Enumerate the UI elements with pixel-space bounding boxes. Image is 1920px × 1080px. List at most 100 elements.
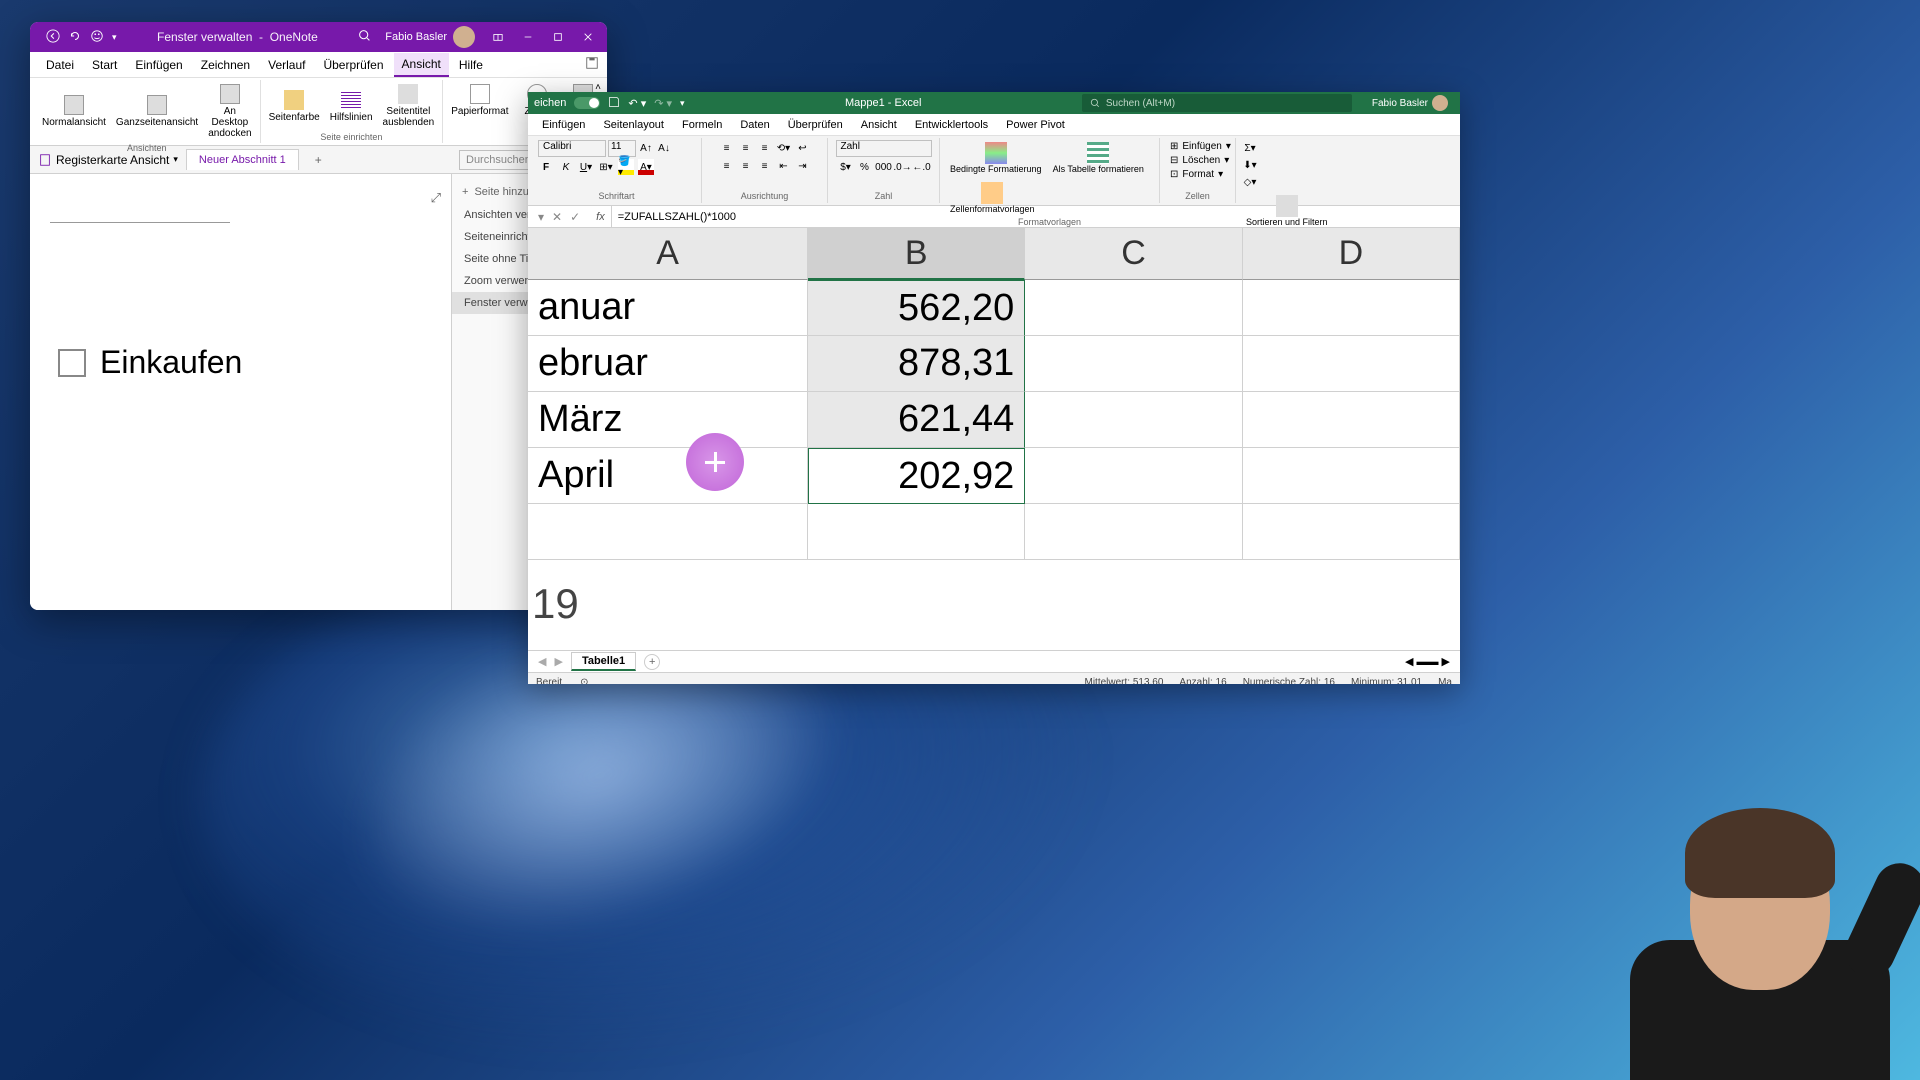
font-color-button[interactable]: A▾: [638, 159, 654, 175]
format-as-table-button[interactable]: Als Tabelle formatieren: [1049, 140, 1148, 177]
search-icon[interactable]: [358, 29, 371, 45]
onenote-canvas[interactable]: ⤢ Einkaufen: [30, 174, 451, 610]
add-section-button[interactable]: +: [307, 149, 330, 171]
cell[interactable]: [1025, 504, 1242, 560]
wrap-text-icon[interactable]: ↩: [795, 140, 811, 156]
ribbon-hilfslinien[interactable]: Hilfslinien: [326, 82, 377, 130]
close-button[interactable]: [573, 23, 603, 51]
ribbon-seitenfarbe[interactable]: Seitenfarbe: [265, 82, 324, 130]
cell[interactable]: [808, 504, 1025, 560]
excel-user[interactable]: Fabio Basler: [1372, 95, 1448, 111]
align-right-icon[interactable]: ≡: [757, 158, 773, 174]
scroll-bar[interactable]: ◀ ▬▬ ▶: [1405, 655, 1450, 668]
expand-icon[interactable]: ⤢: [431, 190, 441, 206]
cell[interactable]: [1243, 336, 1460, 392]
accessibility-icon[interactable]: ⊙: [580, 677, 588, 684]
align-top-icon[interactable]: ≡: [719, 140, 735, 156]
checkbox[interactable]: [58, 349, 86, 377]
italic-button[interactable]: K: [558, 159, 574, 175]
xl-menu-einfuegen[interactable]: Einfügen: [534, 116, 593, 134]
add-sheet-button[interactable]: +: [644, 654, 660, 670]
delete-cells-button[interactable]: ⊟ Löschen ▾: [1166, 154, 1233, 167]
column-header-b[interactable]: B: [808, 228, 1025, 280]
indent-increase-icon[interactable]: ⇥: [795, 158, 811, 174]
share-icon[interactable]: [585, 56, 599, 73]
sync-icon[interactable]: [90, 29, 104, 46]
clear-icon[interactable]: ◇▾: [1242, 174, 1258, 190]
redo-icon[interactable]: ↷ ▾: [654, 97, 672, 110]
xl-menu-ansicht[interactable]: Ansicht: [853, 116, 905, 134]
decrease-decimal-icon[interactable]: ←.0: [914, 159, 930, 175]
menu-ueberpruefen[interactable]: Überprüfen: [315, 54, 391, 76]
maximize-button[interactable]: [543, 23, 573, 51]
number-format-select[interactable]: Zahl: [836, 140, 932, 157]
excel-search-input[interactable]: Suchen (Alt+M): [1082, 94, 1352, 112]
todo-item[interactable]: Einkaufen: [58, 344, 242, 381]
formula-input[interactable]: =ZUFALLSZAHL()*1000: [611, 206, 1460, 227]
minimize-button[interactable]: [513, 23, 543, 51]
ribbon-seitentitel[interactable]: Seitentitel ausblenden: [379, 82, 439, 130]
xl-menu-ueberpruefen[interactable]: Überprüfen: [780, 116, 851, 134]
row-number[interactable]: 19: [532, 580, 579, 628]
cell[interactable]: [1025, 448, 1242, 504]
ribbon-andocken[interactable]: An Desktop andocken: [204, 82, 255, 141]
conditional-format-button[interactable]: Bedingte Formatierung: [946, 140, 1046, 177]
currency-icon[interactable]: $▾: [838, 159, 854, 175]
column-header-a[interactable]: A: [528, 228, 808, 280]
decrease-font-icon[interactable]: A↓: [656, 141, 672, 157]
back-icon[interactable]: [46, 29, 60, 46]
fill-color-button[interactable]: 🪣▾: [618, 159, 634, 175]
cell[interactable]: April: [528, 448, 808, 504]
cell[interactable]: [1243, 504, 1460, 560]
font-name-select[interactable]: Calibri: [538, 140, 606, 157]
underline-button[interactable]: U▾: [578, 159, 594, 175]
ribbon-normalansicht[interactable]: Normalansicht: [38, 82, 110, 141]
cell[interactable]: [1243, 448, 1460, 504]
sheet-tab[interactable]: Tabelle1: [571, 652, 636, 671]
formula-dropdown-icon[interactable]: ▾: [538, 210, 544, 224]
align-bottom-icon[interactable]: ≡: [757, 140, 773, 156]
cell[interactable]: ebruar: [528, 336, 808, 392]
increase-decimal-icon[interactable]: .0→: [895, 159, 911, 175]
ribbon-ganzseitenansicht[interactable]: Ganzseitenansicht: [112, 82, 202, 141]
todo-text[interactable]: Einkaufen: [100, 344, 242, 381]
xl-menu-powerpivot[interactable]: Power Pivot: [998, 116, 1073, 134]
increase-font-icon[interactable]: A↑: [638, 141, 654, 157]
cell[interactable]: 202,92: [808, 448, 1025, 504]
align-center-icon[interactable]: ≡: [738, 158, 754, 174]
xl-menu-daten[interactable]: Daten: [732, 116, 777, 134]
border-button[interactable]: ⊞▾: [598, 159, 614, 175]
undo-icon[interactable]: ↶ ▾: [628, 97, 646, 110]
notebook-selector[interactable]: Registerkarte Ansicht ▾: [38, 153, 178, 167]
cell[interactable]: [1025, 392, 1242, 448]
cell[interactable]: 562,20: [808, 280, 1025, 336]
cell[interactable]: 621,44: [808, 392, 1025, 448]
cell[interactable]: [1025, 280, 1242, 336]
autosave-toggle[interactable]: [574, 97, 600, 109]
cell[interactable]: [1243, 280, 1460, 336]
menu-zeichnen[interactable]: Zeichnen: [193, 54, 258, 76]
fx-icon[interactable]: fx: [590, 211, 611, 223]
menu-verlauf[interactable]: Verlauf: [260, 54, 313, 76]
fill-icon[interactable]: ⬇▾: [1242, 157, 1258, 173]
cell[interactable]: [1025, 336, 1242, 392]
undo-icon[interactable]: [68, 29, 82, 46]
excel-grid[interactable]: A B C D anuar 562,20 ebruar 878,31 März …: [528, 228, 1460, 650]
ribbon-papierformat[interactable]: Papierformat: [447, 82, 512, 119]
cell[interactable]: März: [528, 392, 808, 448]
percent-icon[interactable]: %: [857, 159, 873, 175]
window-mode-button[interactable]: [483, 23, 513, 51]
column-header-d[interactable]: D: [1243, 228, 1460, 280]
sheet-nav-prev[interactable]: ◀: [538, 655, 546, 668]
section-tab[interactable]: Neuer Abschnitt 1: [186, 149, 299, 170]
sheet-nav-next[interactable]: ▶: [554, 655, 562, 668]
menu-einfuegen[interactable]: Einfügen: [127, 54, 190, 76]
font-size-select[interactable]: 11: [608, 140, 636, 157]
menu-start[interactable]: Start: [84, 54, 125, 76]
onenote-user[interactable]: Fabio Basler: [385, 26, 475, 48]
cell[interactable]: [1243, 392, 1460, 448]
xl-menu-entwicklertools[interactable]: Entwicklertools: [907, 116, 996, 134]
align-left-icon[interactable]: ≡: [719, 158, 735, 174]
orientation-icon[interactable]: ⟲▾: [776, 140, 792, 156]
format-cells-button[interactable]: ⊡ Format ▾: [1166, 168, 1227, 181]
